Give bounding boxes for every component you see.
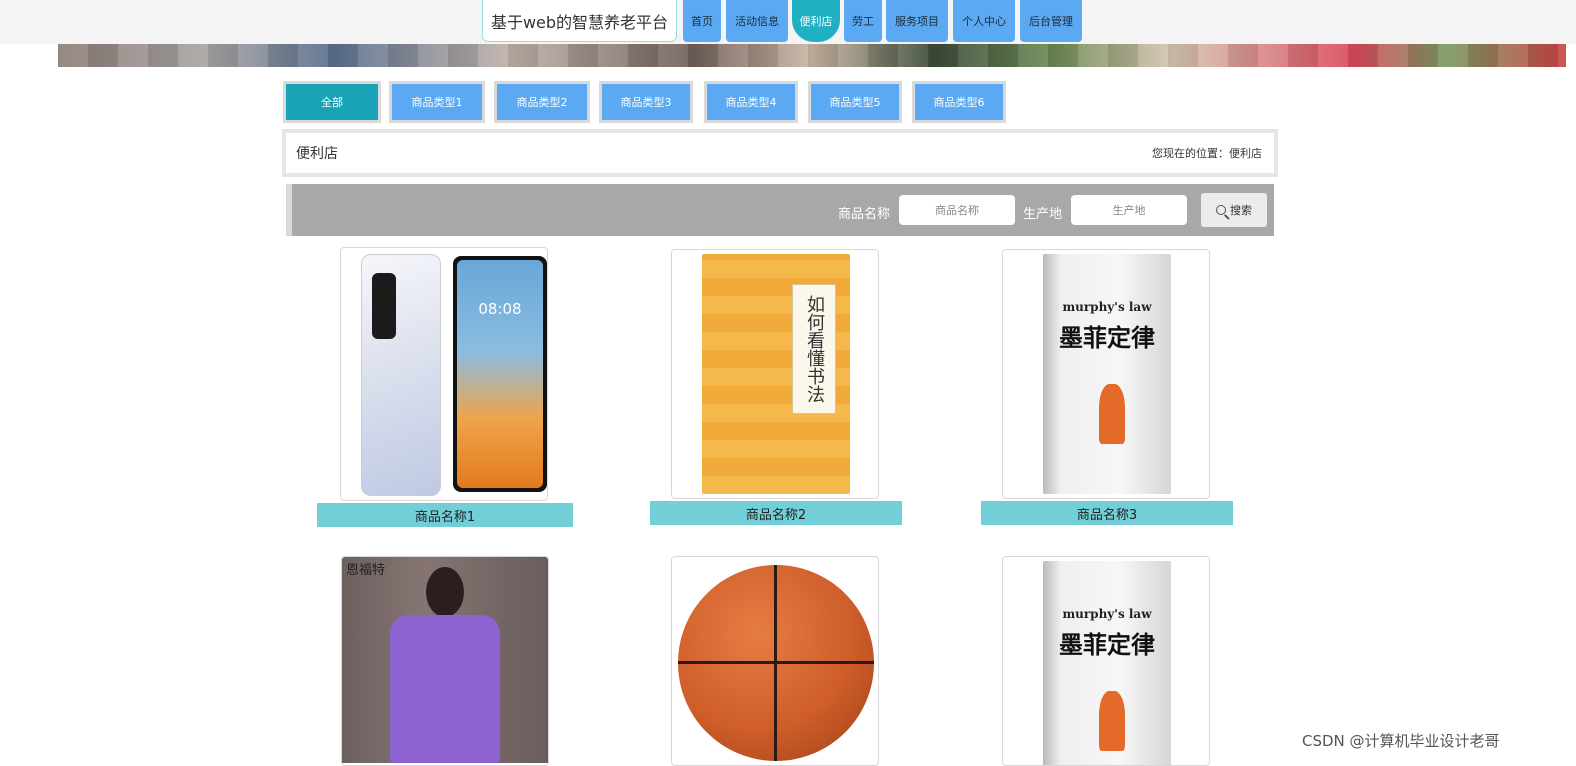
category-tab-6[interactable]: 商品类型6 <box>915 84 1003 120</box>
product-image-5[interactable] <box>671 556 879 766</box>
banner-image <box>58 44 1566 67</box>
origin-label: 生产地 <box>1023 207 1063 222</box>
nav-item-activities[interactable]: 活动信息 <box>726 0 788 42</box>
product-name-label: 商品名称 <box>838 207 891 222</box>
clothing-product-image: 恩福特 <box>342 557 548 763</box>
nav-item-home[interactable]: 首页 <box>683 0 721 42</box>
site-title[interactable]: 基于web的智慧养老平台 <box>482 0 677 42</box>
watermark: CSDN @计算机毕业设计老哥 <box>1302 732 1500 750</box>
category-tab-5[interactable]: 商品类型5 <box>811 84 899 120</box>
nav-item-services[interactable]: 服务项目 <box>886 0 948 42</box>
product-image-1[interactable]: 08:08 <box>340 247 548 501</box>
product-image-6[interactable]: murphy's law 墨菲定律 <box>1002 556 1210 766</box>
calligraphy-book-image: 如何看懂书法 <box>702 254 850 494</box>
origin-input[interactable] <box>1071 195 1187 225</box>
basketball-product-image <box>678 565 874 761</box>
nav-item-profile[interactable]: 个人中心 <box>953 0 1015 42</box>
category-tab-4[interactable]: 商品类型4 <box>707 84 795 120</box>
nav-item-labor[interactable]: 劳工 <box>844 0 882 42</box>
product-name-2[interactable]: 商品名称2 <box>650 501 902 525</box>
product-name-input[interactable] <box>899 195 1015 225</box>
product-image-3[interactable]: murphy's law 墨菲定律 <box>1002 249 1210 499</box>
category-tab-2[interactable]: 商品类型2 <box>497 84 587 120</box>
search-button-label: 搜索 <box>1230 205 1252 217</box>
product-image-4[interactable]: 恩福特 <box>341 556 549 766</box>
category-tab-3[interactable]: 商品类型3 <box>602 84 690 120</box>
breadcrumb: 便利店 您现在的位置：便利店 <box>286 133 1274 173</box>
product-name-3[interactable]: 商品名称3 <box>981 501 1233 525</box>
search-bar: 商品名称 生产地 搜索 <box>286 184 1274 236</box>
product-name-1[interactable]: 商品名称1 <box>317 503 573 527</box>
murphys-law-book-image: murphy's law 墨菲定律 <box>1043 254 1171 494</box>
nav-item-store[interactable]: 便利店 <box>792 0 840 42</box>
murphys-law-book-image-2: murphy's law 墨菲定律 <box>1043 561 1171 765</box>
search-button[interactable]: 搜索 <box>1201 193 1267 227</box>
category-tab-all[interactable]: 全部 <box>286 84 378 120</box>
phone-product-image: 08:08 <box>361 254 547 496</box>
product-image-2[interactable]: 如何看懂书法 <box>671 249 879 499</box>
page-title: 便利店 <box>296 146 338 162</box>
category-tab-1[interactable]: 商品类型1 <box>392 84 482 120</box>
nav-item-admin[interactable]: 后台管理 <box>1020 0 1082 42</box>
breadcrumb-location: 您现在的位置：便利店 <box>1152 147 1262 160</box>
top-nav: 基于web的智慧养老平台 首页 活动信息 便利店 劳工 服务项目 个人中心 后台… <box>0 0 1576 44</box>
search-icon <box>1216 205 1226 215</box>
